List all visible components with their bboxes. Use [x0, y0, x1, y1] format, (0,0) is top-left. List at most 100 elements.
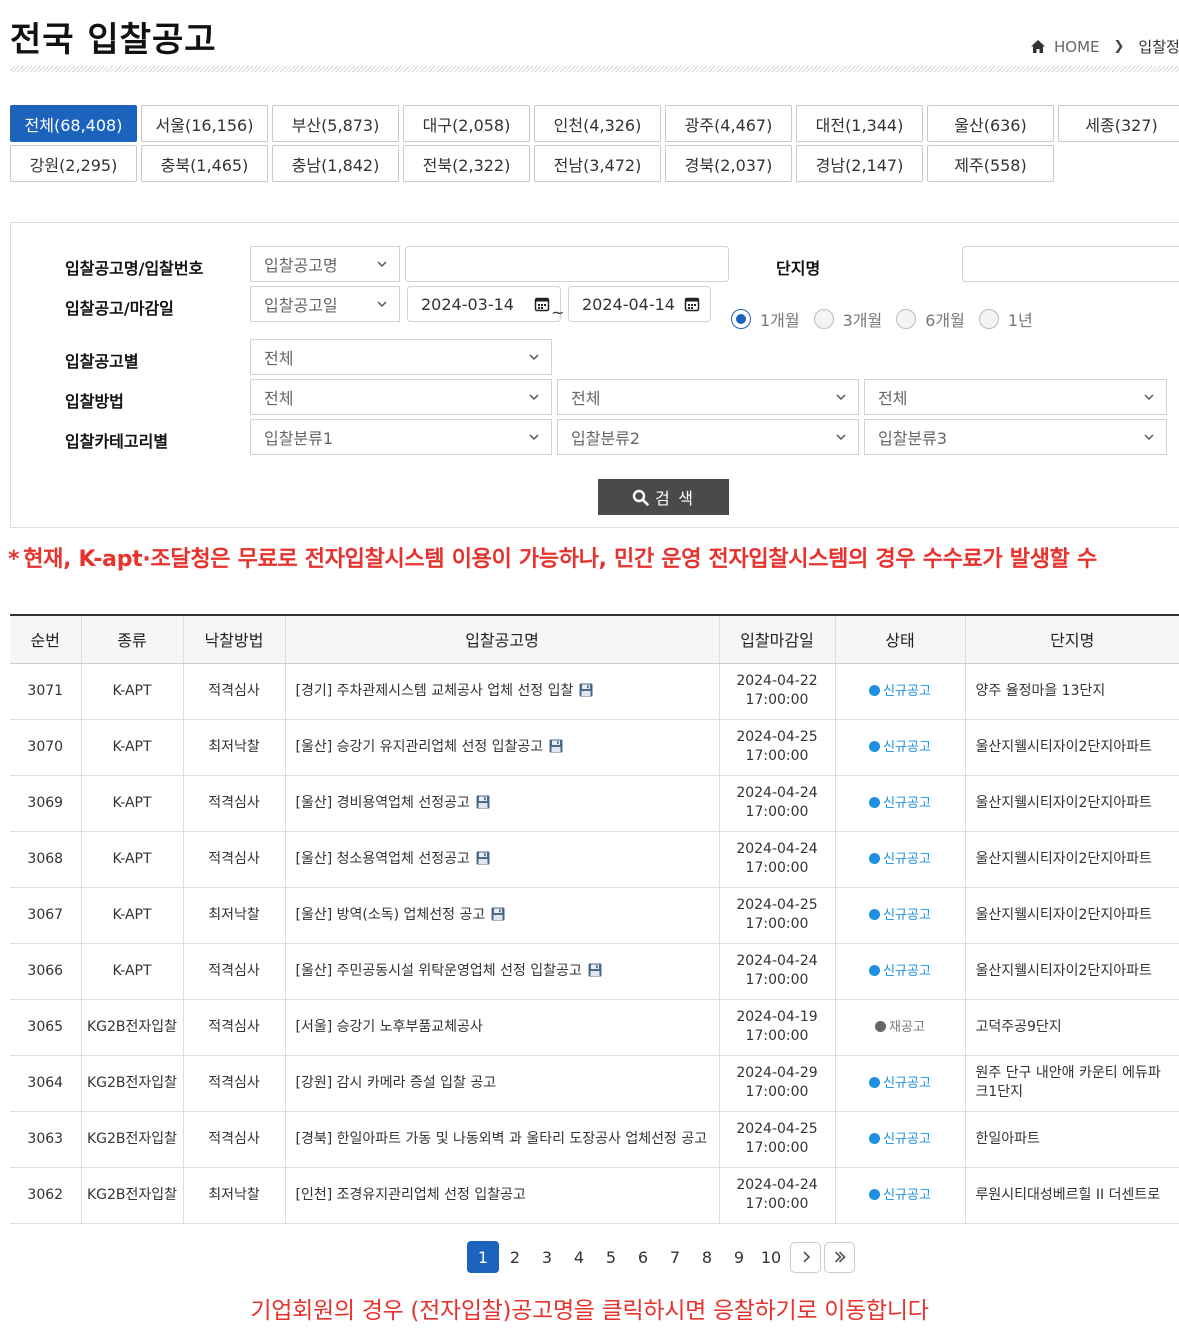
- floppy-disk-icon[interactable]: [549, 739, 563, 753]
- region-tab[interactable]: 전남(3,472): [534, 145, 661, 182]
- period-radio-label: 1개월: [760, 311, 800, 330]
- calendar-icon[interactable]: [684, 296, 700, 312]
- table-row: 3065 KG2B전자입찰 적격심사 [서울] 승강기 노후부품교체공사 2024-04…: [10, 999, 1179, 1056]
- calendar-icon[interactable]: [534, 296, 550, 312]
- category-select-2[interactable]: 입찰분류2: [557, 419, 859, 455]
- search-button[interactable]: 검 색: [598, 479, 729, 515]
- breadcrumb-home[interactable]: HOME: [1054, 38, 1100, 56]
- bid-title-link[interactable]: [경기] 주차관제시스템 교체공사 업체 선정 입찰: [296, 683, 574, 699]
- bid-title-link[interactable]: [울산] 청소용역업체 선정공고: [296, 851, 470, 867]
- region-tab[interactable]: 강원(2,295): [10, 145, 137, 182]
- date-to-input[interactable]: 2024-04-14: [568, 286, 711, 322]
- region-tab[interactable]: 충북(1,465): [141, 145, 268, 182]
- date-from-input[interactable]: 2024-03-14: [407, 286, 561, 322]
- region-tab[interactable]: 전체(68,408): [10, 105, 137, 142]
- deadline-date: 2024-04-22: [736, 673, 818, 690]
- period-radio[interactable]: 6개월: [896, 307, 965, 331]
- region-tab[interactable]: 세종(327): [1058, 105, 1179, 142]
- category-select-1[interactable]: 입찰분류1: [250, 419, 552, 455]
- method-select-1[interactable]: 전체: [250, 379, 552, 415]
- bid-title-link[interactable]: [울산] 주민공동시설 위탁운영업체 선정 입찰공고: [296, 963, 582, 979]
- cell-kind: K-APT: [81, 943, 184, 1000]
- cell-title[interactable]: [울산] 주민공동시설 위탁운영업체 선정 입찰공고: [285, 943, 720, 1000]
- status-label: 신규공고: [883, 795, 931, 811]
- floppy-disk-icon[interactable]: [476, 851, 490, 865]
- bid-title-link[interactable]: [서울] 승강기 노후부품교체공사: [296, 1019, 483, 1035]
- name-number-input[interactable]: [405, 246, 729, 282]
- region-tab[interactable]: 경북(2,037): [665, 145, 792, 182]
- notice-type-select[interactable]: 전체: [250, 339, 552, 375]
- radio-circle[interactable]: [896, 309, 917, 329]
- region-tab[interactable]: 대구(2,058): [403, 105, 530, 142]
- page-number[interactable]: 6: [627, 1241, 659, 1273]
- bid-title-link[interactable]: [강원] 감시 카메라 증설 입찰 공고: [296, 1075, 497, 1091]
- bid-title-link[interactable]: [울산] 경비용역업체 선정공고: [296, 795, 470, 811]
- complex-name-input[interactable]: [962, 246, 1179, 282]
- region-tab[interactable]: 대전(1,344): [796, 105, 923, 142]
- region-tab[interactable]: 인천(4,326): [534, 105, 661, 142]
- cell-status: 신규공고: [835, 663, 966, 720]
- region-tab[interactable]: 울산(636): [927, 105, 1054, 142]
- cell-number: 3065: [10, 999, 82, 1056]
- cell-title[interactable]: [서울] 승강기 노후부품교체공사: [285, 999, 720, 1056]
- bid-title-link[interactable]: [울산] 승강기 유지관리업체 선정 입찰공고: [296, 739, 544, 755]
- page-number[interactable]: 4: [563, 1241, 595, 1273]
- deadline-time: 17:00:00: [745, 692, 809, 708]
- last-page-icon[interactable]: [824, 1241, 855, 1273]
- table-row: 3063 KG2B전자입찰 적격심사 [경북] 한일아파트 가동 및 나동외벽 과 울…: [10, 1111, 1179, 1168]
- region-tab[interactable]: 광주(4,467): [665, 105, 792, 142]
- region-tab[interactable]: 제주(558): [927, 145, 1054, 182]
- category-select-3[interactable]: 입찰분류3: [864, 419, 1167, 455]
- table-row: 3069 K-APT 적격심사 [울산] 경비용역업체 선정공고 2024-04-24 1…: [10, 775, 1179, 832]
- floppy-disk-icon[interactable]: [588, 963, 602, 977]
- period-radio[interactable]: 3개월: [813, 307, 882, 331]
- page-number[interactable]: 10: [755, 1241, 787, 1273]
- status-badge: 신규공고: [869, 684, 931, 699]
- radio-circle[interactable]: [813, 309, 834, 329]
- deadline-time: 17:00:00: [745, 804, 809, 820]
- cell-title[interactable]: [경기] 주차관제시스템 교체공사 업체 선정 입찰: [285, 663, 720, 720]
- region-tab[interactable]: 전북(2,322): [403, 145, 530, 182]
- cell-award-method: 적격심사: [183, 943, 286, 1000]
- page-number[interactable]: 2: [499, 1241, 531, 1273]
- method-select-3[interactable]: 전체: [864, 379, 1167, 415]
- name-type-select[interactable]: 입찰공고명: [250, 246, 400, 282]
- region-tab[interactable]: 충남(1,842): [272, 145, 399, 182]
- floppy-disk-icon[interactable]: [491, 907, 505, 921]
- cell-title[interactable]: [경북] 한일아파트 가동 및 나동외벽 과 울타리 도장공사 업체선정 공고: [285, 1111, 720, 1168]
- cell-title[interactable]: [울산] 경비용역업체 선정공고: [285, 775, 720, 832]
- page-number[interactable]: 8: [691, 1241, 723, 1273]
- home-icon[interactable]: [1030, 39, 1046, 55]
- cell-title[interactable]: [울산] 승강기 유지관리업체 선정 입찰공고: [285, 719, 720, 776]
- radio-circle[interactable]: [978, 309, 999, 329]
- page-number[interactable]: 5: [595, 1241, 627, 1273]
- region-tab[interactable]: 서울(16,156): [141, 105, 268, 142]
- period-radio[interactable]: 1년: [978, 307, 1033, 331]
- bid-title-link[interactable]: [울산] 방역(소독) 업체선정 공고: [296, 907, 486, 923]
- deadline-date: 2024-04-25: [736, 1121, 818, 1138]
- floppy-disk-icon[interactable]: [476, 795, 490, 809]
- cell-title[interactable]: [울산] 청소용역업체 선정공고: [285, 831, 720, 888]
- date-type-select[interactable]: 입찰공고일: [250, 286, 400, 322]
- page-number[interactable]: 1: [467, 1241, 499, 1273]
- date-to-value: 2024-04-14: [582, 294, 675, 314]
- fee-notice-text: 현재, K-apt·조달청은 무료로 전자입찰시스템 이용이 가능하나, 민간 …: [23, 547, 1097, 572]
- cell-complex: 루원시티대성베르힐 II 더센트로: [965, 1167, 1179, 1224]
- bid-title-link[interactable]: [인천] 조경유지관리업체 선정 입찰공고: [296, 1187, 526, 1203]
- page-number[interactable]: 9: [723, 1241, 755, 1273]
- cell-kind: KG2B전자입찰: [81, 1055, 184, 1112]
- region-tab[interactable]: 부산(5,873): [272, 105, 399, 142]
- floppy-disk-icon[interactable]: [579, 683, 593, 697]
- method-select-2[interactable]: 전체: [557, 379, 859, 415]
- table-row: 3064 KG2B전자입찰 적격심사 [강원] 감시 카메라 증설 입찰 공고 2024…: [10, 1055, 1179, 1112]
- page-number[interactable]: 3: [531, 1241, 563, 1273]
- radio-circle[interactable]: [731, 309, 751, 329]
- cell-title[interactable]: [울산] 방역(소독) 업체선정 공고: [285, 887, 720, 944]
- page-number[interactable]: 7: [659, 1241, 691, 1273]
- cell-title[interactable]: [강원] 감시 카메라 증설 입찰 공고: [285, 1055, 720, 1112]
- next-page-icon[interactable]: [790, 1241, 821, 1273]
- bid-title-link[interactable]: [경북] 한일아파트 가동 및 나동외벽 과 울타리 도장공사 업체선정 공고: [296, 1131, 708, 1147]
- region-tab[interactable]: 경남(2,147): [796, 145, 923, 182]
- period-radio[interactable]: 1개월: [731, 307, 800, 331]
- cell-title[interactable]: [인천] 조경유지관리업체 선정 입찰공고: [285, 1167, 720, 1224]
